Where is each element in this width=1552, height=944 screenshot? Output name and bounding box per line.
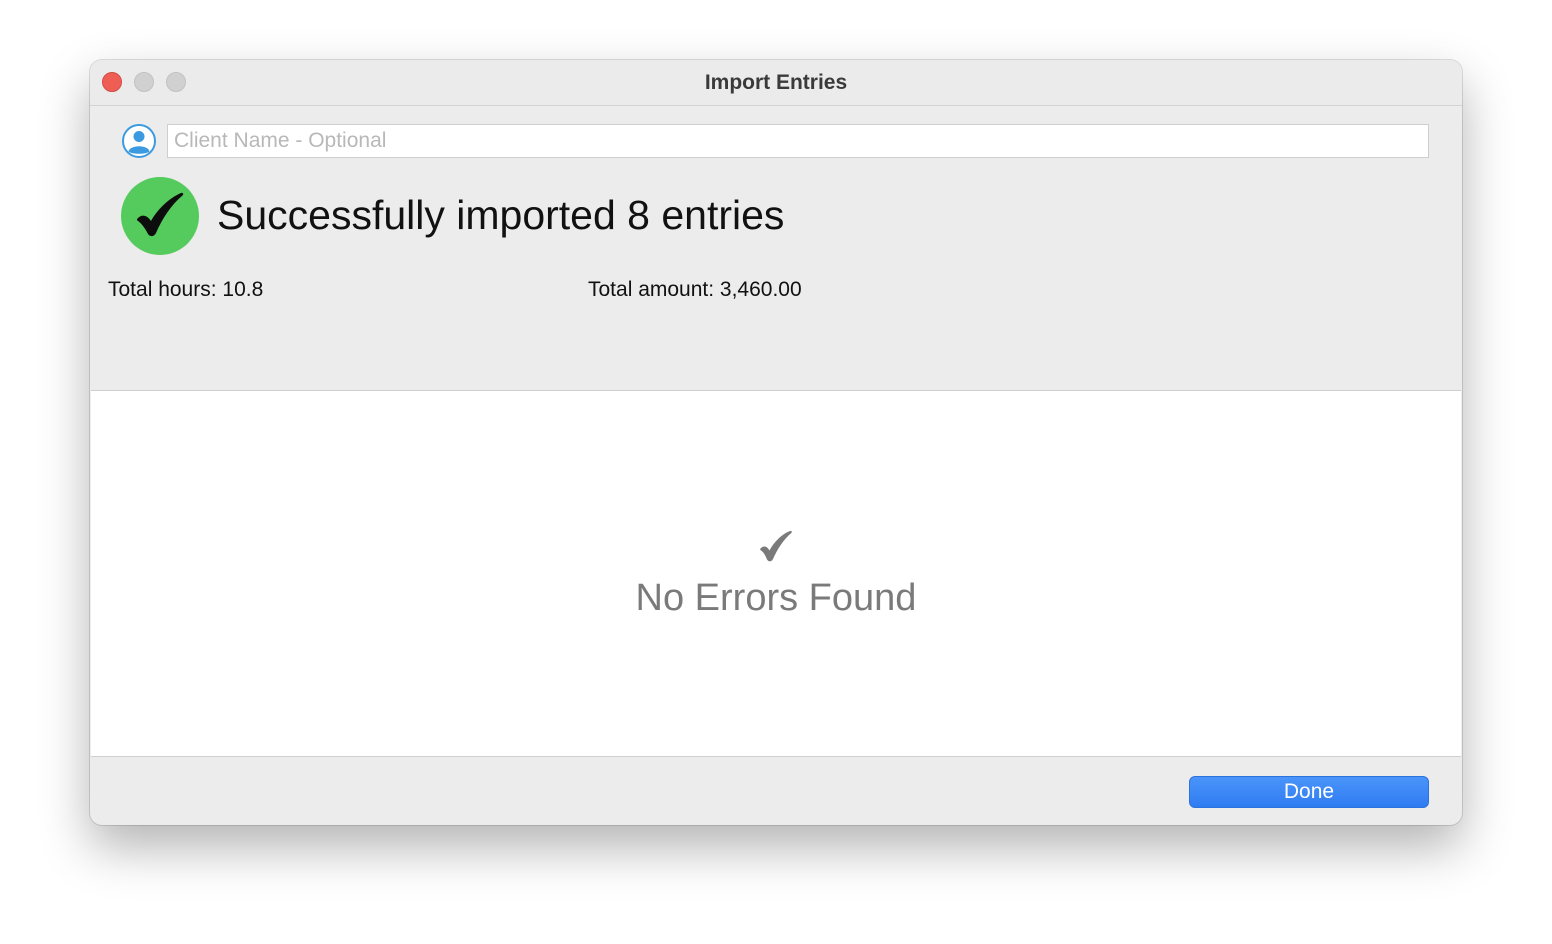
checkmark-icon	[91, 529, 1461, 568]
no-errors-message: No Errors Found	[635, 577, 917, 619]
person-circle-icon	[121, 123, 157, 159]
errors-pane: No Errors Found	[91, 390, 1461, 757]
client-name-input[interactable]	[167, 124, 1429, 158]
import-success-message: Successfully imported 8 entries	[217, 192, 785, 238]
window-title: Import Entries	[704, 71, 848, 94]
success-checkmark-icon	[121, 177, 199, 255]
total-hours-label: Total hours: 10.8	[108, 278, 264, 301]
done-button[interactable]: Done	[1189, 776, 1429, 808]
total-amount-label: Total amount: 3,460.00	[588, 278, 802, 301]
title-bar[interactable]: Import Entries	[90, 60, 1462, 106]
import-entries-window: Import Entries Successfully imported 8 e…	[90, 60, 1462, 825]
